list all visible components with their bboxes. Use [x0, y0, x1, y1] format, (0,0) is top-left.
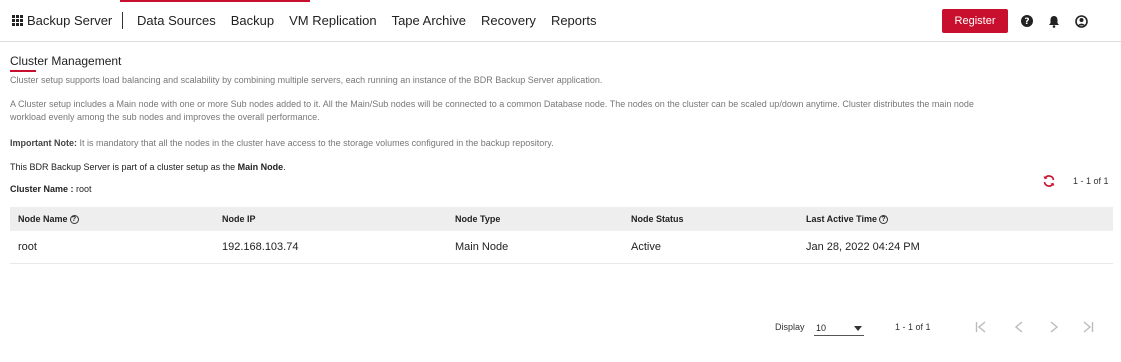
previous-page-icon[interactable] [1009, 316, 1029, 338]
nav-recovery[interactable]: Recovery [481, 13, 536, 28]
cluster-status-suffix: . [283, 162, 286, 172]
first-page-icon[interactable] [971, 316, 991, 338]
cluster-status-prefix: This BDR Backup Server is part of a clus… [10, 162, 238, 172]
active-tab-indicator [120, 0, 310, 2]
cell-node-status: Active [631, 241, 661, 253]
question-circle-icon[interactable]: ? [1019, 13, 1035, 29]
main-nav: Data Sources Backup VM Replication Tape … [137, 13, 611, 28]
cluster-nodes-table: Node Name? Node IP Node Type Node Status… [10, 207, 1113, 264]
page-title: Cluster Management [10, 54, 122, 68]
column-label: Node Name [18, 213, 68, 224]
page-size-value: 10 [816, 322, 827, 333]
brand-title: Backup Server [27, 13, 113, 28]
caret-down-icon [854, 323, 862, 333]
important-note-text: It is mandatory that all the nodes in th… [77, 138, 554, 148]
question-circle-icon[interactable]: ? [69, 215, 79, 225]
important-note-label: Important Note: [10, 138, 77, 148]
column-header-node-status[interactable]: Node Status [627, 214, 804, 224]
bell-icon[interactable] [1046, 13, 1062, 29]
description-line-1: A Cluster setup includes a Main node wit… [10, 99, 974, 109]
nav-backup[interactable]: Backup [231, 13, 274, 28]
column-header-last-active-time[interactable]: Last Active Time? [804, 213, 1113, 225]
description-line-2: workload evenly among the sub nodes and … [10, 112, 320, 122]
display-label: Display [775, 322, 805, 332]
cell-node-type: Main Node [455, 241, 509, 253]
cluster-name-value: root [73, 184, 92, 194]
cluster-status-role: Main Node [237, 162, 284, 172]
cluster-name-label: Cluster Name : [10, 184, 74, 194]
column-label: Last Active Time [806, 213, 878, 224]
title-underline [10, 70, 36, 72]
intro-text: Cluster setup supports load balancing an… [10, 75, 603, 85]
column-header-node-ip[interactable]: Node IP [218, 214, 451, 224]
cell-last-active-time: Jan 28, 2022 04:24 PM [806, 241, 920, 253]
column-header-node-name[interactable]: Node Name? [10, 213, 218, 225]
nav-vm-replication[interactable]: VM Replication [289, 13, 376, 28]
nav-tape-archive[interactable]: Tape Archive [392, 13, 466, 28]
table-header: Node Name? Node IP Node Type Node Status… [10, 207, 1113, 231]
brand-separator [122, 12, 123, 29]
range-indicator-top: 1 - 1 of 1 [1073, 176, 1109, 186]
cell-node-ip: 192.168.103.74 [222, 241, 299, 253]
refresh-icon[interactable] [1042, 174, 1056, 188]
user-circle-icon[interactable] [1073, 13, 1089, 29]
important-note: Important Note: It is mandatory that all… [10, 137, 554, 150]
nav-data-sources[interactable]: Data Sources [137, 13, 216, 28]
register-button[interactable]: Register [942, 9, 1008, 33]
top-navigation-bar: Backup Server Data Sources Backup VM Rep… [0, 0, 1121, 42]
cell-node-name: root [18, 241, 37, 253]
brand[interactable]: Backup Server [12, 13, 112, 28]
question-circle-icon[interactable]: ? [879, 215, 889, 225]
range-indicator-bottom: 1 - 1 of 1 [895, 322, 931, 332]
nav-reports[interactable]: Reports [551, 13, 597, 28]
svg-text:?: ? [1024, 17, 1029, 27]
table-row[interactable]: root 192.168.103.74 Main Node Active Jan… [10, 231, 1113, 264]
next-page-icon[interactable] [1044, 316, 1064, 338]
apps-grid-icon[interactable] [12, 15, 23, 26]
cluster-status: This BDR Backup Server is part of a clus… [10, 161, 286, 174]
column-header-node-type[interactable]: Node Type [451, 214, 627, 224]
page-size-select[interactable]: 10 [814, 320, 864, 336]
last-page-icon[interactable] [1078, 316, 1098, 338]
cluster-name: Cluster Name : root [10, 184, 92, 194]
